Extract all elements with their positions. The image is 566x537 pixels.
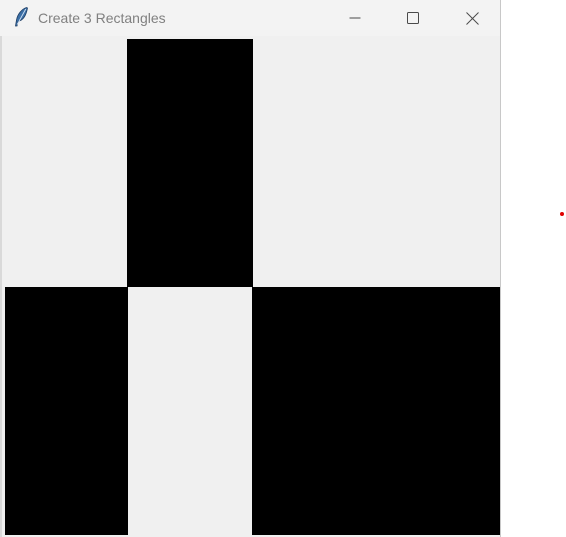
feather-icon (12, 6, 30, 28)
maximize-button[interactable] (384, 0, 442, 36)
rectangle-1 (127, 39, 253, 287)
window-left-edge (0, 36, 2, 537)
rectangle-2 (5, 287, 128, 535)
title-bar[interactable]: Create 3 Rectangles (0, 0, 500, 36)
maximize-icon (407, 12, 419, 24)
minimize-icon (349, 12, 361, 24)
rectangle-3 (252, 287, 500, 535)
minimize-button[interactable] (326, 0, 384, 36)
drawing-canvas (5, 39, 500, 535)
close-button[interactable] (443, 0, 500, 36)
close-icon (465, 11, 479, 25)
cursor-dot (560, 212, 564, 216)
desktop: Create 3 Rectangles (0, 0, 566, 537)
window-title: Create 3 Rectangles (38, 10, 166, 26)
app-window: Create 3 Rectangles (0, 0, 501, 537)
